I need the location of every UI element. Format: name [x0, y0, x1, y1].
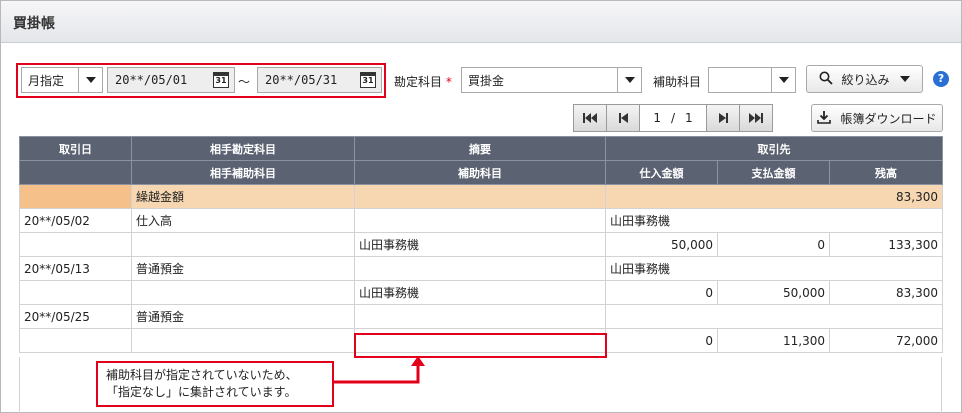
account-value: 買掛金: [468, 73, 505, 88]
col-header-counter-sub-account: 相手補助科目: [131, 160, 355, 185]
carry-forward-balance: 83,300: [604, 184, 944, 209]
download-icon: [817, 110, 832, 127]
chevron-down-icon: [617, 68, 641, 92]
account-label-text: 勘定科目: [394, 75, 443, 89]
entry-payment: 50,000: [717, 280, 830, 305]
table-row[interactable]: 山田事務機 50,000 0 133,300: [19, 232, 944, 257]
ledger-table: 取引日 相手勘定科目 摘要 取引先 相手補助科目 補助科目 仕入金額 支払金額 …: [19, 136, 944, 353]
annotation-line-2: 「指定なし」に集計されています。: [106, 385, 297, 399]
last-page-icon: [749, 113, 763, 123]
date-from-field[interactable]: 20**/05/01 31: [107, 67, 235, 93]
col-header-sub-account: 補助科目: [354, 160, 606, 185]
entry-balance: 83,300: [828, 280, 944, 305]
entry-date: 20**/05/13: [19, 256, 132, 281]
chevron-down-icon: [78, 68, 102, 92]
pagination: 1 / 1: [573, 104, 773, 132]
filter-button[interactable]: 絞り込み: [806, 65, 923, 93]
table-row[interactable]: 20**/05/02 仕入高 山田事務機: [19, 208, 944, 233]
col-header-payment: 支払金額: [717, 160, 830, 185]
help-icon[interactable]: ?: [933, 71, 949, 87]
account-label: 勘定科目 *: [394, 73, 452, 90]
entry-account: 普通預金: [131, 304, 355, 329]
entry-partner: [604, 304, 944, 329]
table-row[interactable]: 20**/05/13 普通預金 山田事務機: [19, 256, 944, 281]
entry-account: 仕入高: [131, 208, 355, 233]
page-title: 買掛帳: [13, 16, 55, 32]
calendar-icon[interactable]: 31: [213, 72, 229, 88]
col-header-purchase: 仕入金額: [605, 160, 718, 185]
prev-page-button[interactable]: [606, 104, 640, 132]
chevron-down-icon: [899, 76, 910, 82]
carry-forward-label: 繰越金額: [131, 184, 355, 209]
date-to-value: 20**/05/31: [265, 73, 338, 87]
prev-page-icon: [618, 113, 628, 123]
calendar-icon[interactable]: 31: [360, 72, 376, 88]
range-separator: ～: [238, 75, 251, 89]
entry-account: 普通預金: [131, 256, 355, 281]
entry-date: 20**/05/02: [19, 208, 132, 233]
entry-date: 20**/05/25: [19, 304, 132, 329]
search-icon: [819, 71, 834, 88]
col-header-date: 取引日: [19, 136, 132, 161]
entry-payment: 0: [717, 232, 830, 257]
entry-purchase: 0: [605, 328, 718, 353]
chevron-down-icon: [771, 68, 795, 92]
entry-balance: 72,000: [828, 328, 944, 353]
next-page-button[interactable]: [706, 104, 740, 132]
entry-partner: 山田事務機: [604, 208, 944, 233]
filter-button-label: 絞り込み: [841, 72, 890, 87]
callout-arrow: [334, 356, 425, 384]
table-row[interactable]: 山田事務機 0 50,000 83,300: [19, 280, 944, 305]
required-mark: *: [445, 75, 452, 89]
col-header-balance: 残高: [828, 160, 944, 185]
entry-partner: 山田事務機: [604, 256, 944, 281]
period-type-value: 月指定: [28, 73, 65, 88]
entry-balance: 133,300: [828, 232, 944, 257]
period-type-select[interactable]: 月指定: [21, 67, 103, 93]
ledger-download-button[interactable]: 帳簿ダウンロード: [811, 104, 943, 132]
col-header-partner: 取引先: [604, 136, 944, 161]
empty-sub-account-highlight: [354, 333, 607, 358]
sub-account-select[interactable]: [708, 67, 796, 93]
annotation-line-1: 補助科目が指定されていないため、: [106, 368, 298, 382]
entry-sub-account: 山田事務機: [354, 232, 606, 257]
first-page-icon: [583, 113, 597, 123]
col-header-description: 摘要: [354, 136, 606, 161]
annotation-callout: 補助科目が指定されていないため、 「指定なし」に集計されています。: [96, 361, 334, 407]
account-select[interactable]: 買掛金: [461, 67, 642, 93]
carry-forward-row: 繰越金額 83,300: [19, 184, 944, 209]
entry-purchase: 50,000: [605, 232, 718, 257]
table-row[interactable]: 20**/05/25 普通預金: [19, 304, 944, 329]
next-page-icon: [718, 113, 728, 123]
sub-account-label: 補助科目: [653, 75, 702, 89]
entry-purchase: 0: [605, 280, 718, 305]
entry-sub-account: 山田事務機: [354, 280, 606, 305]
page-indicator: 1 / 1: [639, 104, 707, 132]
title-bar: 買掛帳: [1, 1, 961, 43]
total-pages: 1: [685, 111, 693, 125]
col-header-counter-account: 相手勘定科目: [131, 136, 355, 161]
first-page-button[interactable]: [573, 104, 607, 132]
col-header-blank: [19, 160, 132, 185]
last-page-button[interactable]: [739, 104, 773, 132]
page-separator: /: [670, 111, 676, 125]
current-page: 1: [653, 111, 661, 125]
date-to-field[interactable]: 20**/05/31 31: [257, 67, 382, 93]
download-button-label: 帳簿ダウンロード: [840, 111, 937, 126]
date-from-value: 20**/05/01: [115, 73, 188, 87]
entry-payment: 11,300: [717, 328, 830, 353]
